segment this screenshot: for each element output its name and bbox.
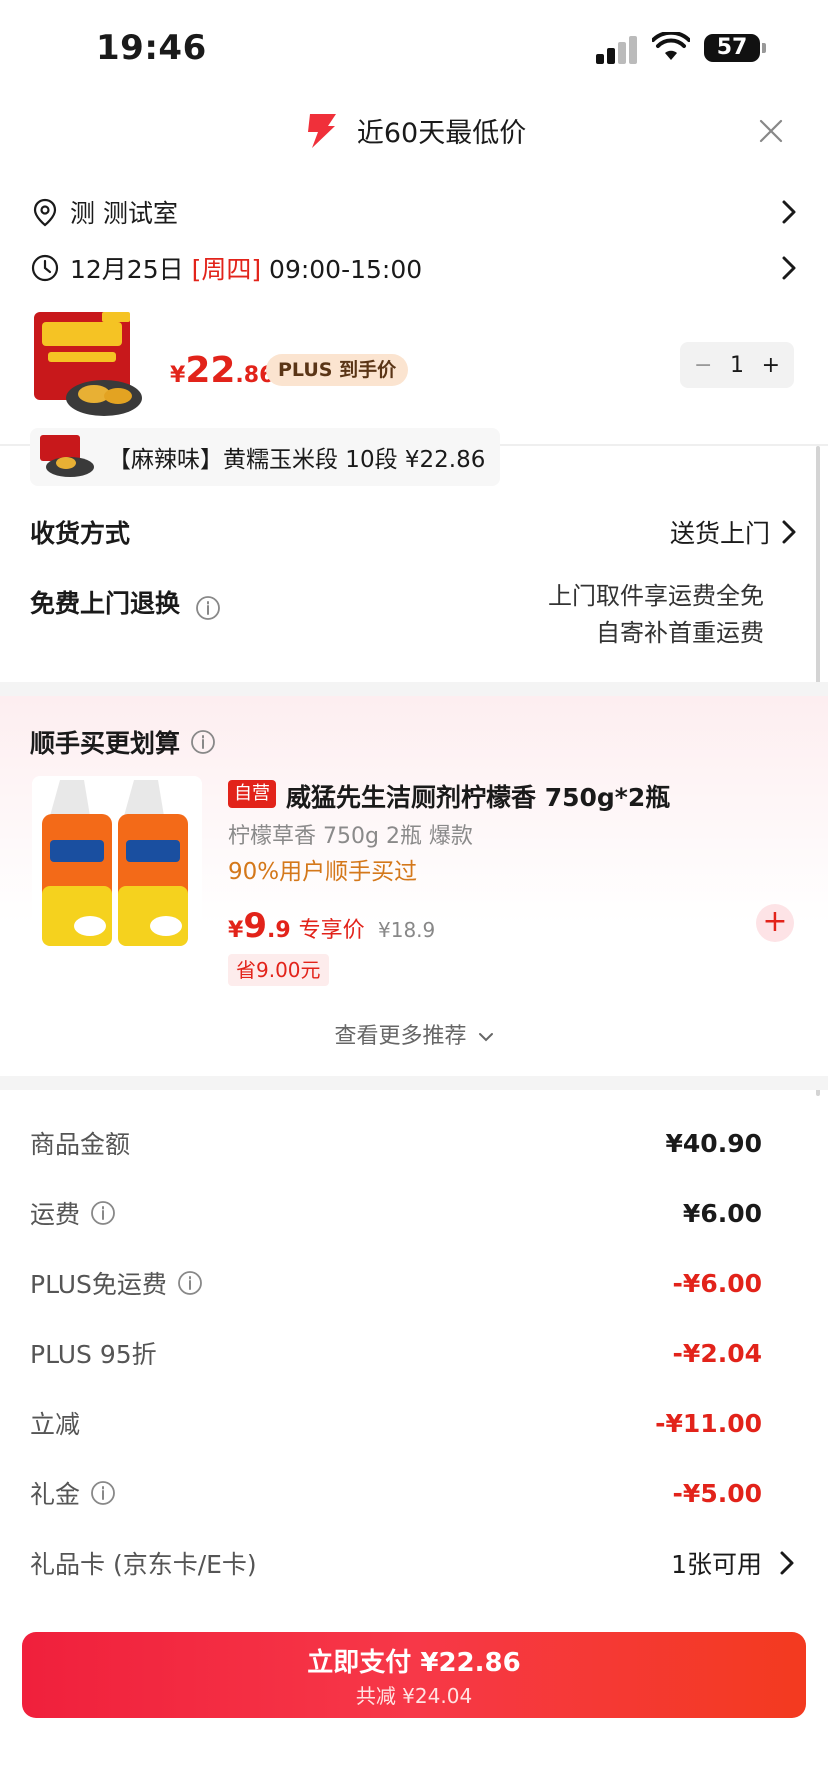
price-currency: ¥: [228, 918, 244, 943]
cellular-signal-icon: [596, 34, 640, 64]
variant-thumbnail: [40, 435, 94, 477]
add-to-order-button[interactable]: +: [756, 904, 794, 942]
summary-value: -¥11.00: [655, 1408, 762, 1438]
summary-row: PLUS免运费 -¥6.00: [30, 1263, 762, 1303]
section-separator: [0, 682, 828, 696]
selected-variant[interactable]: 【麻辣味】黄糯玉米段 10段 ¥22.86: [30, 428, 500, 486]
summary-row: 运费 ¥6.00: [30, 1193, 762, 1233]
more-recommendations-text: 查看更多推荐: [334, 1024, 467, 1049]
price-decimal: .9: [266, 918, 291, 943]
pay-savings-label: 共减 ¥24.04: [355, 1684, 473, 1708]
summary-label: 商品金额: [30, 1130, 131, 1159]
summary-label: 运费: [30, 1195, 683, 1231]
gift-card-row[interactable]: 礼品卡 (京东卡/E卡) 1张可用: [30, 1543, 794, 1583]
delivery-time-text: 12月25日 [周四] 09:00-15:00: [70, 250, 778, 286]
recommend-product-image[interactable]: [32, 776, 202, 952]
status-bar: 19:46 57: [0, 0, 828, 96]
lightning-icon: [307, 114, 336, 148]
chevron-down-icon: [478, 1033, 493, 1042]
summary-row: PLUS 95折 -¥2.04: [30, 1333, 762, 1373]
summary-label: PLUS免运费: [30, 1265, 673, 1301]
quantity-value[interactable]: 1: [730, 353, 744, 378]
clock-icon: [31, 254, 59, 282]
recommend-product-spec: 柠檬草香 750g 2瓶 爆款: [228, 824, 473, 849]
price-currency: ¥: [170, 363, 186, 388]
delivery-time-row[interactable]: 12月25日 [周四] 09:00-15:00: [30, 248, 800, 288]
variant-text: 【麻辣味】黄糯玉米段 10段 ¥22.86: [108, 447, 486, 473]
info-icon[interactable]: [195, 595, 221, 621]
delivery-window: 09:00-15:00: [269, 255, 423, 284]
shipping-method-row[interactable]: 收货方式 送货上门: [30, 514, 800, 550]
returns-line-1: 上门取件享运费全免: [548, 582, 764, 610]
status-time: 19:46: [96, 28, 207, 68]
delivery-weekday: [周四]: [191, 255, 262, 284]
pay-now-button[interactable]: 立即支付 ¥22.86 共减 ¥24.04: [22, 1632, 806, 1718]
recommend-title: 顺手买更划算: [30, 724, 216, 760]
summary-value: ¥6.00: [682, 1198, 762, 1228]
summary-value: -¥6.00: [672, 1268, 762, 1298]
chevron-right-icon: [782, 256, 796, 280]
info-icon[interactable]: [90, 1200, 116, 1226]
plus-price-badge: PLUS 到手价: [266, 354, 409, 386]
shipping-value: 送货上门: [669, 519, 770, 548]
summary-value: -¥2.04: [672, 1338, 762, 1368]
sheet-header: 近60天最低价: [0, 100, 828, 166]
battery-icon: 57: [704, 34, 760, 62]
summary-value: ¥40.90: [665, 1128, 762, 1158]
address-row[interactable]: 测 测试室: [30, 192, 800, 232]
recommend-product-name[interactable]: 威猛先生洁厕剂柠檬香 750g*2瓶: [286, 778, 670, 814]
chevron-right-icon: [780, 1551, 794, 1575]
battery-cap: [762, 43, 766, 53]
price-tag: 专享价: [298, 918, 365, 943]
price-integer: 22: [185, 350, 236, 391]
self-operated-badge: 自营: [228, 780, 276, 808]
shipping-label: 收货方式: [30, 519, 131, 548]
pay-main-label: 立即支付 ¥22.86: [307, 1648, 521, 1678]
summary-row: 商品金额 ¥40.90: [30, 1123, 762, 1163]
summary-label: 礼金: [30, 1475, 673, 1511]
section-separator: [0, 1076, 828, 1090]
recommend-price: ¥9.9 专享价: [228, 906, 365, 946]
info-icon[interactable]: [90, 1480, 116, 1506]
increase-button[interactable]: +: [762, 353, 780, 378]
chevron-right-icon: [782, 520, 796, 544]
free-return-row: 免费上门退换 上门取件享运费全免 自寄补首重运费: [30, 582, 800, 647]
summary-value: -¥5.00: [672, 1478, 762, 1508]
returns-label: 免费上门退换: [30, 589, 181, 618]
header-title: 近60天最低价: [356, 117, 527, 149]
summary-label-text: PLUS免运费: [30, 1270, 167, 1299]
recommend-title-text: 顺手买更划算: [30, 729, 181, 758]
close-icon[interactable]: [756, 116, 786, 146]
save-amount-tag: 省9.00元: [228, 954, 329, 986]
summary-label: 立减: [30, 1410, 81, 1439]
chevron-right-icon: [782, 200, 796, 224]
decrease-button[interactable]: −: [694, 353, 712, 378]
product-image: [34, 312, 142, 416]
address-text: 测 测试室: [70, 199, 178, 228]
delivery-date: 12月25日: [70, 255, 184, 284]
recommend-product-hint: 90%用户顺手买过: [228, 859, 418, 885]
more-recommendations-link[interactable]: 查看更多推荐: [0, 1018, 828, 1050]
summary-value: 1张可用: [671, 1550, 762, 1579]
location-pin-icon: [33, 198, 57, 227]
summary-label-text: 运费: [30, 1200, 81, 1229]
price-integer: 9: [243, 906, 267, 946]
quantity-stepper[interactable]: − 1 +: [680, 342, 794, 388]
summary-row: 立减 -¥11.00: [30, 1403, 762, 1443]
recommend-original-price: ¥18.9: [378, 918, 436, 942]
summary-label: 礼品卡 (京东卡/E卡): [30, 1550, 257, 1579]
product-price: ¥22.86: [170, 350, 274, 391]
summary-label: PLUS 95折: [30, 1340, 157, 1369]
info-icon[interactable]: [177, 1270, 203, 1296]
summary-row: 礼金 -¥5.00: [30, 1473, 762, 1513]
info-icon[interactable]: [190, 729, 216, 755]
returns-line-2: 自寄补首重运费: [596, 619, 764, 647]
summary-label-text: 礼金: [30, 1480, 81, 1509]
wifi-icon: [652, 32, 690, 60]
